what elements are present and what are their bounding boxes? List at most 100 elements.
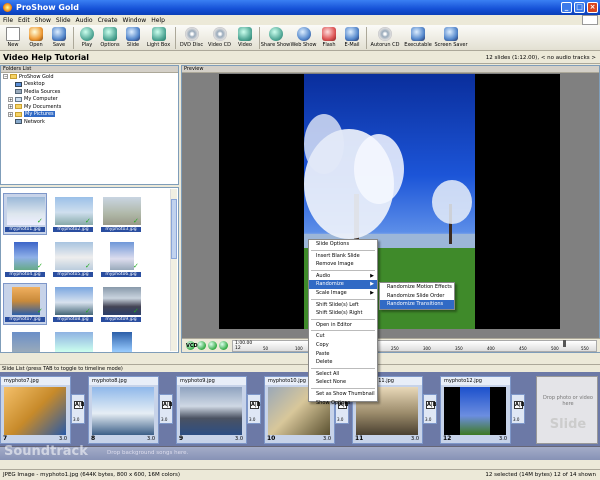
menu-help[interactable]: Help xyxy=(151,17,165,24)
timeline-ruler[interactable]: 1:00.00 12 50 100 150 200 250 300 350 40… xyxy=(232,340,597,352)
folder-proshow-gold[interactable]: − ProShow Gold xyxy=(1,73,178,81)
play-button[interactable] xyxy=(197,341,206,350)
folder-desktop[interactable]: Desktop xyxy=(1,81,178,89)
close-button[interactable]: × xyxy=(587,2,598,13)
flash-button[interactable]: Flash xyxy=(318,25,340,51)
menu-item-randomize[interactable]: Randomize ▶ xyxy=(309,280,377,289)
file-thumbnail[interactable]: ✓ myphoto4.jpg xyxy=(3,238,47,280)
pause-button[interactable] xyxy=(208,341,217,350)
transition-button[interactable]: A|B 3.0 xyxy=(511,394,525,424)
expand-icon[interactable]: + xyxy=(8,96,13,102)
menu-item-remove-image[interactable]: Remove Image xyxy=(309,260,377,269)
file-thumbnail[interactable]: ✓ myphoto7.jpg xyxy=(3,283,47,325)
options-button[interactable]: Options xyxy=(99,25,121,51)
transition-button[interactable]: A|B 3.0 xyxy=(247,394,261,424)
menu-item-cut[interactable]: Cut xyxy=(309,332,377,341)
web-show-button[interactable]: Web Show xyxy=(290,25,317,51)
save-disk-icon xyxy=(52,27,66,41)
drop-slide-label: Slide xyxy=(549,417,587,432)
playhead-marker[interactable] xyxy=(563,340,566,347)
menu-window[interactable]: Window xyxy=(123,17,147,24)
video-button[interactable]: Video xyxy=(234,25,256,51)
slide-item[interactable]: myphoto9.jpg 9 3.0 xyxy=(176,376,247,444)
menu-item-delete[interactable]: Delete xyxy=(309,358,377,367)
new-button[interactable]: New xyxy=(2,25,24,51)
thumbnail-scrollbar[interactable] xyxy=(170,189,177,351)
file-thumbnail[interactable]: ✓ myphoto6.jpg xyxy=(99,238,143,280)
file-thumbnail[interactable] xyxy=(51,328,95,352)
menu-item-audio[interactable]: Audio ▶ xyxy=(309,272,377,281)
email-button[interactable]: E-Mail xyxy=(341,25,363,51)
folder-network[interactable]: Network xyxy=(1,118,178,126)
menu-item-select-none[interactable]: Select None xyxy=(309,378,377,387)
folder-my-computer[interactable]: + My Computer xyxy=(1,96,178,104)
forward-button[interactable] xyxy=(219,341,228,350)
submenu-randomize-order[interactable]: Randomize Slide Order xyxy=(380,292,454,301)
menu-file[interactable]: File xyxy=(3,17,13,24)
menu-item-select-all[interactable]: Select All xyxy=(309,370,377,379)
menu-item-open-in-editor[interactable]: Open in Editor xyxy=(309,321,377,330)
menu-separator xyxy=(311,269,375,271)
file-thumbnail[interactable]: ✓ myphoto2.jpg xyxy=(51,193,95,235)
folder-my-documents[interactable]: + My Documents xyxy=(1,103,178,111)
minimize-button[interactable]: _ xyxy=(561,2,572,13)
autorun-cd-button[interactable]: Autorun CD xyxy=(369,25,401,51)
menu-item-insert-blank-slide[interactable]: Insert Blank Slide xyxy=(309,252,377,261)
slide-number: 8 xyxy=(91,435,96,442)
file-thumbnail[interactable]: ✓ myphoto3.jpg xyxy=(99,193,143,235)
folder-media-sources[interactable]: Media Sources xyxy=(1,88,178,96)
project-title: Video Help Tutorial xyxy=(3,53,90,62)
expand-icon[interactable]: + xyxy=(8,111,13,117)
menu-audio[interactable]: Audio xyxy=(76,17,93,24)
expand-icon[interactable]: + xyxy=(8,104,13,110)
menu-item-shift-left[interactable]: Shift Slide(s) Left xyxy=(309,301,377,310)
slide-button[interactable]: Slide xyxy=(122,25,144,51)
slide-item[interactable]: myphoto7.jpg 7 3.0 xyxy=(0,376,71,444)
scrollbar-thumb[interactable] xyxy=(171,199,177,259)
save-button[interactable]: Save xyxy=(48,25,70,51)
slide-item-selected[interactable]: myphoto12.jpg 12 3.0 xyxy=(440,376,511,444)
file-thumbnail[interactable] xyxy=(3,328,47,352)
menu-item-copy[interactable]: Copy xyxy=(309,341,377,350)
menu-slide[interactable]: Slide xyxy=(56,17,71,24)
file-thumbnail[interactable]: ✓ myphoto5.jpg xyxy=(51,238,95,280)
share-show-button[interactable]: Share Show xyxy=(261,25,290,51)
file-thumbnail[interactable]: ✓ myphoto9.jpg xyxy=(99,283,143,325)
file-thumbnail[interactable] xyxy=(99,328,143,352)
transition-icon: A|B xyxy=(162,401,173,409)
file-thumbnail[interactable]: ✓ myphoto1.jpg xyxy=(3,193,47,235)
menu-item-paste[interactable]: Paste xyxy=(309,350,377,359)
folder-my-pictures[interactable]: + My Pictures xyxy=(1,111,178,119)
executable-button[interactable]: Executable xyxy=(402,25,434,51)
transition-button[interactable]: A|B 3.0 xyxy=(159,394,173,424)
submenu-randomize-transitions[interactable]: Randomize Transitions xyxy=(380,300,454,309)
menu-item-slide-options[interactable]: Slide Options xyxy=(309,240,377,249)
menu-separator xyxy=(311,249,375,251)
transition-button[interactable]: A|B 3.0 xyxy=(71,394,85,424)
maximize-button[interactable]: □ xyxy=(574,2,585,13)
menu-show[interactable]: Show xyxy=(35,17,51,24)
drop-slide-target[interactable]: Drop photo or video here Slide xyxy=(536,376,598,444)
menu-create[interactable]: Create xyxy=(98,17,118,24)
light-box-button[interactable]: Light Box xyxy=(145,25,172,51)
submenu-randomize-motion[interactable]: Randomize Motion Effects xyxy=(380,283,454,292)
window-titlebar[interactable]: ProShow Gold _ □ × xyxy=(0,0,600,15)
dvd-disc-button[interactable]: DVD Disc xyxy=(178,25,205,51)
video-icon xyxy=(238,27,252,41)
menu-edit[interactable]: Edit xyxy=(18,17,30,24)
menu-item-scale-image[interactable]: Scale Image ▶ xyxy=(309,289,377,298)
soundtrack-bar[interactable] xyxy=(0,446,600,460)
transition-button[interactable]: A|B 3.0 xyxy=(423,394,437,424)
video-cd-button[interactable]: Video CD xyxy=(206,25,233,51)
menu-item-set-show-thumbnail[interactable]: Set as Show Thumbnail xyxy=(309,390,377,399)
windows-flag-icon xyxy=(582,15,598,25)
file-thumbnail[interactable]: ✓ myphoto8.jpg xyxy=(51,283,95,325)
open-button[interactable]: Open xyxy=(25,25,47,51)
collapse-icon[interactable]: − xyxy=(3,74,8,80)
playback-controls: VCD 1:00.00 12 50 100 150 200 250 300 35… xyxy=(182,338,600,352)
screen-saver-button[interactable]: Screen Saver xyxy=(434,25,468,51)
menu-item-shift-right[interactable]: Shift Slide(s) Right xyxy=(309,309,377,318)
menu-item-show-options[interactable]: Show Options xyxy=(309,399,377,408)
play-button[interactable]: Play xyxy=(76,25,98,51)
slide-item[interactable]: myphoto8.jpg 8 3.0 xyxy=(88,376,159,444)
